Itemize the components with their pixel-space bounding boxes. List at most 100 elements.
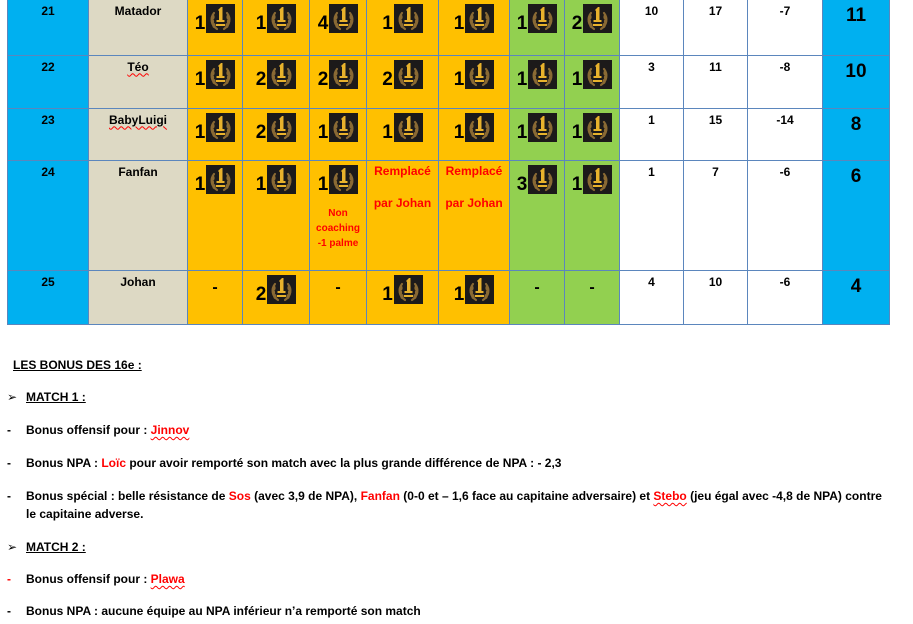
laurel-first-place-icon bbox=[393, 112, 423, 142]
palm-count-number: 2 bbox=[255, 68, 267, 90]
match-cell: 1 bbox=[564, 159, 620, 271]
player-name: BabyLuigi bbox=[108, 112, 167, 127]
palm-count-number: 1 bbox=[255, 173, 267, 195]
match-cell: 1 bbox=[242, 0, 310, 56]
table-row: 21 Matador 1 1 4 1 1 1 2 10 17 -7 11 bbox=[7, 0, 890, 56]
laurel-first-place-icon bbox=[393, 274, 423, 304]
laurel-first-place-icon bbox=[267, 59, 297, 89]
team-name-fanfan: Fanfan bbox=[360, 489, 400, 503]
palm-count: 1 bbox=[311, 161, 366, 194]
palm-count: 2 bbox=[311, 56, 366, 89]
palm-count: 1 bbox=[566, 109, 619, 142]
player-name-cell: BabyLuigi bbox=[88, 107, 188, 161]
replaced-note: Remplacé par Johan bbox=[368, 161, 438, 211]
palm-count: 1 bbox=[311, 109, 366, 142]
palm-count: 1 bbox=[368, 109, 438, 142]
total-points-cell: 10 bbox=[822, 54, 890, 109]
rank-cell: 21 bbox=[7, 0, 89, 56]
palm-count: 1 bbox=[440, 271, 509, 305]
stat-against-cell: 11 bbox=[683, 54, 748, 109]
player-name: Matador bbox=[114, 4, 162, 18]
laurel-first-place-icon bbox=[267, 4, 297, 33]
laurel-first-place-icon bbox=[583, 59, 613, 89]
bonus-heading: LES BONUS DES 16e : bbox=[13, 358, 142, 372]
stat-against-cell: 7 bbox=[683, 159, 748, 271]
laurel-first-place-icon bbox=[206, 4, 236, 33]
match-cell: 1 bbox=[366, 269, 439, 325]
palm-count: 1 bbox=[189, 56, 242, 89]
palm-count: 1 bbox=[511, 0, 564, 34]
no-match-dash: - bbox=[335, 278, 341, 296]
laurel-first-place-icon bbox=[329, 4, 359, 33]
palm-count-number: 1 bbox=[453, 121, 465, 143]
match-cell: 1 Non coaching -1 palme bbox=[309, 159, 367, 271]
dash-bullet: - bbox=[7, 423, 11, 437]
replaced-note-line: par Johan bbox=[373, 195, 432, 210]
palm-count-number: 1 bbox=[382, 13, 393, 34]
laurel-first-place-icon bbox=[465, 4, 495, 33]
total-points-cell: 11 bbox=[822, 0, 890, 56]
laurel-first-place-icon bbox=[267, 164, 297, 194]
laurel-first-place-icon bbox=[267, 274, 297, 304]
match-cell: 2 bbox=[309, 54, 367, 109]
player-name-cell: Fanfan bbox=[88, 159, 188, 271]
stat-for-cell: 10 bbox=[619, 0, 684, 56]
palm-count-number: 1 bbox=[516, 13, 528, 34]
player-name: Téo bbox=[127, 59, 149, 74]
player-name-cell: Matador bbox=[88, 0, 188, 56]
laurel-first-place-icon bbox=[528, 164, 558, 194]
laurel-first-place-icon bbox=[465, 274, 495, 304]
laurel-first-place-icon bbox=[267, 112, 297, 142]
palm-count-number: 1 bbox=[255, 13, 267, 34]
match-cell: 1 bbox=[366, 0, 439, 56]
laurel-first-place-icon bbox=[206, 112, 236, 142]
match-cell: 2 bbox=[564, 0, 620, 56]
palm-count: 2 bbox=[566, 0, 619, 34]
laurel-first-place-icon bbox=[393, 4, 423, 33]
player-name: Fanfan bbox=[118, 164, 158, 179]
palm-count: 4 bbox=[311, 0, 366, 34]
palm-count-number: 1 bbox=[571, 173, 583, 195]
laurel-first-place-icon bbox=[329, 164, 359, 194]
palm-count-number: 2 bbox=[571, 13, 583, 34]
match-cell: 3 bbox=[509, 159, 565, 271]
palm-count-number: 4 bbox=[317, 13, 329, 34]
palm-count: 1 bbox=[440, 109, 509, 143]
palm-count: 1 bbox=[244, 161, 309, 195]
player-name: Johan bbox=[120, 274, 156, 289]
match-cell: 1 bbox=[438, 269, 510, 325]
stat-for-cell: 1 bbox=[619, 107, 684, 161]
dash-bullet: - bbox=[7, 456, 11, 470]
stat-against-cell: 17 bbox=[683, 0, 748, 56]
stat-diff-cell: -6 bbox=[747, 269, 823, 325]
player-name-cell: Téo bbox=[88, 54, 188, 109]
match-cell: 1 bbox=[509, 0, 565, 56]
palm-count: 1 bbox=[368, 271, 438, 304]
palm-count-number: 1 bbox=[453, 68, 465, 90]
laurel-first-place-icon bbox=[206, 164, 236, 194]
dash-bullet: - bbox=[7, 489, 11, 503]
rank-cell: 23 bbox=[7, 107, 89, 161]
match-cell: 1 bbox=[187, 54, 243, 109]
match-cell: 1 bbox=[564, 54, 620, 109]
match-cell: 1 bbox=[509, 54, 565, 109]
laurel-first-place-icon bbox=[528, 59, 558, 89]
penalty-note-line: coaching bbox=[316, 222, 360, 234]
match-cell: 2 bbox=[242, 107, 310, 161]
palm-count-number: 1 bbox=[453, 283, 465, 305]
palm-count: 2 bbox=[244, 56, 309, 90]
penalty-note-line: Non bbox=[328, 207, 348, 219]
table-row: 25 Johan -2-1 1- -4 10 -6 4 bbox=[7, 269, 890, 325]
penalty-note-line: -1 palme bbox=[317, 237, 359, 249]
player-name-cell: Johan bbox=[88, 269, 188, 325]
stat-against-cell: 15 bbox=[683, 107, 748, 161]
palm-count: 1 bbox=[511, 109, 564, 142]
laurel-first-place-icon bbox=[583, 4, 613, 33]
table-row: 24 Fanfan 1 1 1 Non coaching -1 palme Remplacé pa… bbox=[7, 159, 890, 271]
rank-cell: 24 bbox=[7, 159, 89, 271]
palm-count: 1 bbox=[511, 56, 564, 89]
palm-count-number: 1 bbox=[194, 121, 206, 143]
laurel-first-place-icon bbox=[583, 164, 613, 194]
laurel-first-place-icon bbox=[528, 4, 558, 33]
palm-count: 1 bbox=[189, 109, 242, 143]
